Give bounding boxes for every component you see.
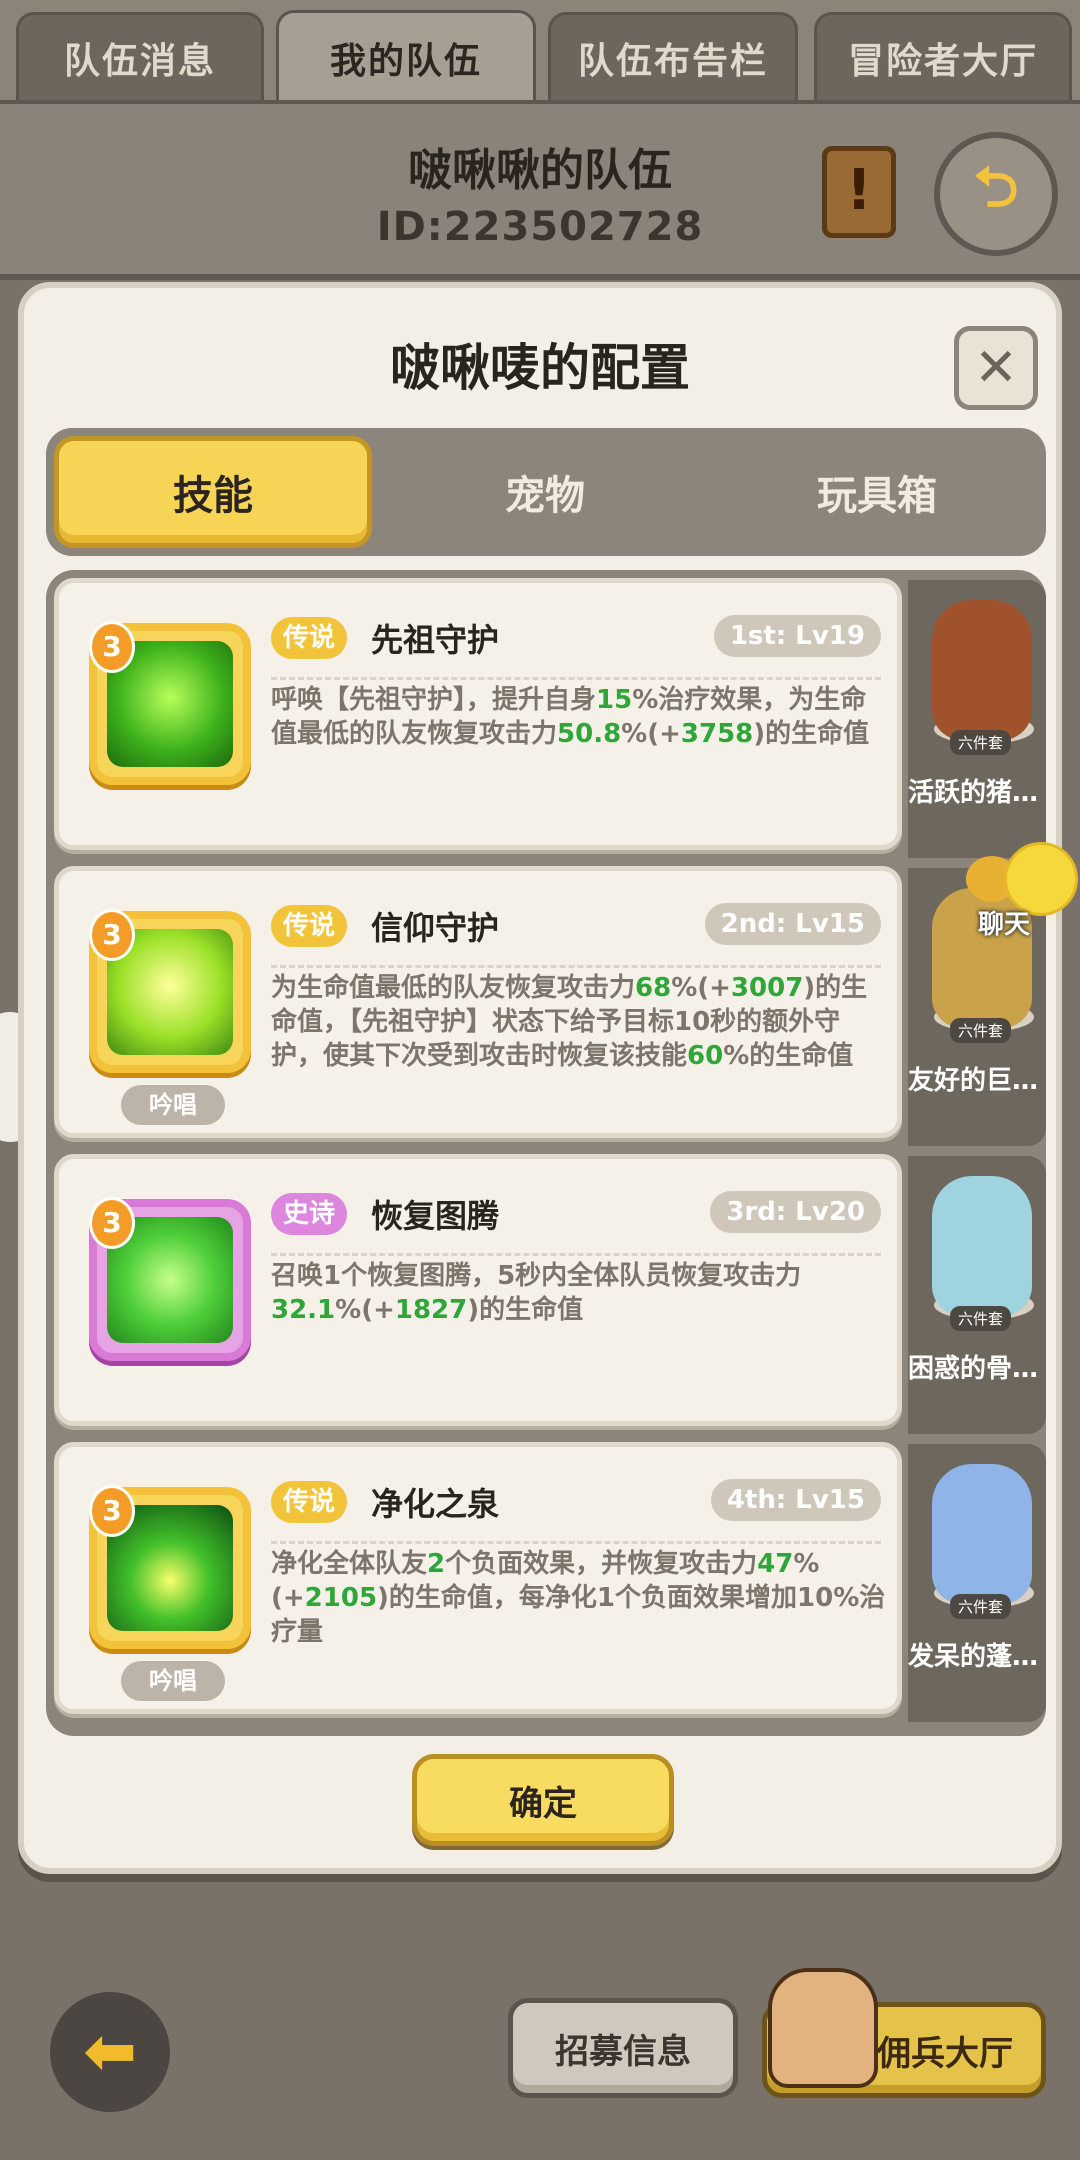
desc-text: %的生命值 <box>723 1041 854 1071</box>
rarity-badge: 史诗 <box>271 1193 348 1235</box>
tab-team-board[interactable]: 队伍布告栏 <box>548 12 798 100</box>
skill-card-3[interactable]: 3 史诗 恢复图腾 3rd: Lv20 召唤1个恢复图腾，5秒内全体队员恢复攻击… <box>54 1154 902 1426</box>
highlight-value: 2105 <box>304 1583 378 1613</box>
divider <box>271 677 881 680</box>
skill-description: 为生命值最低的队友恢复攻击力68%(+3007)的生命值，【先祖守护】状态下给予… <box>271 971 887 1073</box>
pet-slot-4[interactable]: 六件套 发呆的蓬… <box>908 1444 1046 1722</box>
rarity-badge: 传说 <box>271 617 348 659</box>
team-id: ID:223502728 <box>376 204 704 250</box>
desc-text: 净化全体队友 <box>271 1549 428 1579</box>
pet-name: 困惑的骨… <box>908 1354 1039 1384</box>
divider <box>271 965 881 968</box>
slot-level-badge: 3rd: Lv20 <box>710 1191 881 1233</box>
divider <box>271 1541 881 1544</box>
close-button[interactable]: ✕ <box>954 326 1038 410</box>
desc-text: 呼唤【先祖守护】，提升自身 <box>271 685 597 715</box>
highlight-value: 15 <box>596 685 633 715</box>
chant-tag: 吟唱 <box>121 1661 225 1701</box>
desc-text: )的生命值 <box>753 719 870 749</box>
chat-button[interactable]: 聊天 <box>966 838 1080 958</box>
highlight-value: 3758 <box>680 719 754 749</box>
tab-adventurer-hall[interactable]: 冒险者大厅 <box>814 12 1072 100</box>
desc-text: )的生命值 <box>467 1295 584 1325</box>
team-name: 啵啾啾的队伍 <box>408 145 672 196</box>
skill-level-badge: 3 <box>89 909 135 961</box>
confirm-button[interactable]: 确定 <box>412 1754 674 1846</box>
exit-team-button[interactable]: ⮌ <box>934 132 1058 256</box>
dragon-pet-icon <box>932 1176 1032 1316</box>
rarity-badge: 传说 <box>271 1481 348 1523</box>
skill-level-badge: 3 <box>89 1485 135 1537</box>
slot-level-badge: 2nd: Lv15 <box>704 903 881 945</box>
top-tab-bar: 队伍消息 我的队伍 队伍布告栏 冒险者大厅 <box>0 0 1080 102</box>
skill-level-badge: 3 <box>89 1197 135 1249</box>
skill-description: 召唤1个恢复图腾，5秒内全体队员恢复攻击力 32.1%(+1827)的生命值 <box>271 1259 887 1327</box>
highlight-value: 32.1 <box>271 1295 336 1325</box>
set-badge: 六件套 <box>950 730 1012 755</box>
desc-text: 个负面效果，并恢复攻击力 <box>445 1549 758 1579</box>
purifying-spring-skill-icon: 3 <box>89 1485 251 1649</box>
highlight-value: 1827 <box>394 1295 468 1325</box>
skill-name: 净化之泉 <box>371 1485 500 1523</box>
skill-level-badge: 3 <box>89 621 135 673</box>
skill-description: 呼唤【先祖守护】，提升自身15%治疗效果，为生命值最低的队友恢复攻击力50.8%… <box>271 683 887 751</box>
skill-name: 信仰守护 <box>371 909 500 947</box>
set-badge: 六件套 <box>950 1018 1012 1043</box>
chant-tag: 吟唱 <box>121 1085 225 1125</box>
pet-name: 活跃的猪… <box>908 778 1039 808</box>
config-dialog: 啵啾唛的配置 ✕ 技能 宠物 玩具箱 六件套 活跃的猪… 六件套 友好的巨… 六… <box>18 282 1062 1874</box>
notice-scroll-icon[interactable]: ! <box>822 146 896 238</box>
skill-name: 恢复图腾 <box>371 1197 500 1235</box>
boar-pet-icon <box>932 600 1032 740</box>
highlight-value: 3007 <box>730 973 804 1003</box>
faith-guard-skill-icon: 3 <box>89 909 251 1073</box>
healing-totem-skill-icon: 3 <box>89 1197 251 1361</box>
ancestor-guard-skill-icon: 3 <box>89 621 251 785</box>
slot-level-badge: 4th: Lv15 <box>710 1479 881 1521</box>
desc-text: %(+ <box>671 973 731 1003</box>
tab-team-messages[interactable]: 队伍消息 <box>16 12 264 100</box>
highlight-value: 50.8 <box>557 719 622 749</box>
back-button[interactable]: ⬅ <box>50 1992 170 2112</box>
exit-arrow-icon: ⮌ <box>973 154 1019 220</box>
skill-card-1[interactable]: 3 传说 先祖守护 1st: Lv19 呼唤【先祖守护】，提升自身15%治疗效果… <box>54 578 902 850</box>
slot-level-badge: 1st: Lv19 <box>713 615 881 657</box>
tab-pets[interactable]: 宠物 <box>386 436 704 548</box>
highlight-value: 60 <box>687 1041 724 1071</box>
close-icon: ✕ <box>974 338 1018 398</box>
pet-name: 发呆的蓬… <box>908 1642 1039 1672</box>
desc-text: %(+ <box>335 1295 395 1325</box>
set-badge: 六件套 <box>950 1306 1012 1331</box>
sheep-pet-icon <box>932 1464 1032 1604</box>
dialog-title: 啵啾唛的配置 <box>390 339 690 397</box>
highlight-value: 2 <box>427 1549 446 1579</box>
team-header: 啵啾啾的队伍 ID:223502728 ! ⮌ <box>0 100 1080 280</box>
desc-text: 召唤1个恢复图腾，5秒内全体队员恢复攻击力 <box>271 1261 802 1291</box>
desc-text: %(+ <box>621 719 681 749</box>
pet-slot-1[interactable]: 六件套 活跃的猪… <box>908 580 1046 858</box>
skill-name: 先祖守护 <box>371 621 500 659</box>
skill-description: 净化全体队友2个负面效果，并恢复攻击力47%(+2105)的生命值，每净化1个负… <box>271 1547 887 1649</box>
rarity-badge: 传说 <box>271 905 348 947</box>
tab-my-team[interactable]: 我的队伍 <box>276 10 536 102</box>
skill-card-4[interactable]: 3 吟唱 传说 净化之泉 4th: Lv15 净化全体队友2个负面效果，并恢复攻… <box>54 1442 902 1714</box>
back-arrow-icon: ⬅ <box>83 2015 137 2089</box>
highlight-value: 68 <box>635 973 672 1003</box>
chat-label: 聊天 <box>978 910 1031 940</box>
pet-slot-3[interactable]: 六件套 困惑的骨… <box>908 1156 1046 1434</box>
desc-text: 为生命值最低的队友恢复攻击力 <box>271 973 636 1003</box>
set-badge: 六件套 <box>950 1594 1012 1619</box>
recruit-info-button[interactable]: 招募信息 <box>508 1998 738 2098</box>
tab-skills[interactable]: 技能 <box>54 436 372 548</box>
config-tab-bar: 技能 宠物 玩具箱 <box>46 428 1046 556</box>
skill-list: 六件套 活跃的猪… 六件套 友好的巨… 六件套 困惑的骨… 六件套 发呆的蓬… … <box>46 570 1046 1736</box>
tab-toybox[interactable]: 玩具箱 <box>718 436 1036 548</box>
caveman-avatar-icon <box>768 1968 878 2088</box>
divider <box>271 1253 881 1256</box>
pet-name: 友好的巨… <box>908 1066 1039 1096</box>
highlight-value: 47 <box>757 1549 794 1579</box>
skill-card-2[interactable]: 3 吟唱 传说 信仰守护 2nd: Lv15 为生命值最低的队友恢复攻击力68%… <box>54 866 902 1138</box>
